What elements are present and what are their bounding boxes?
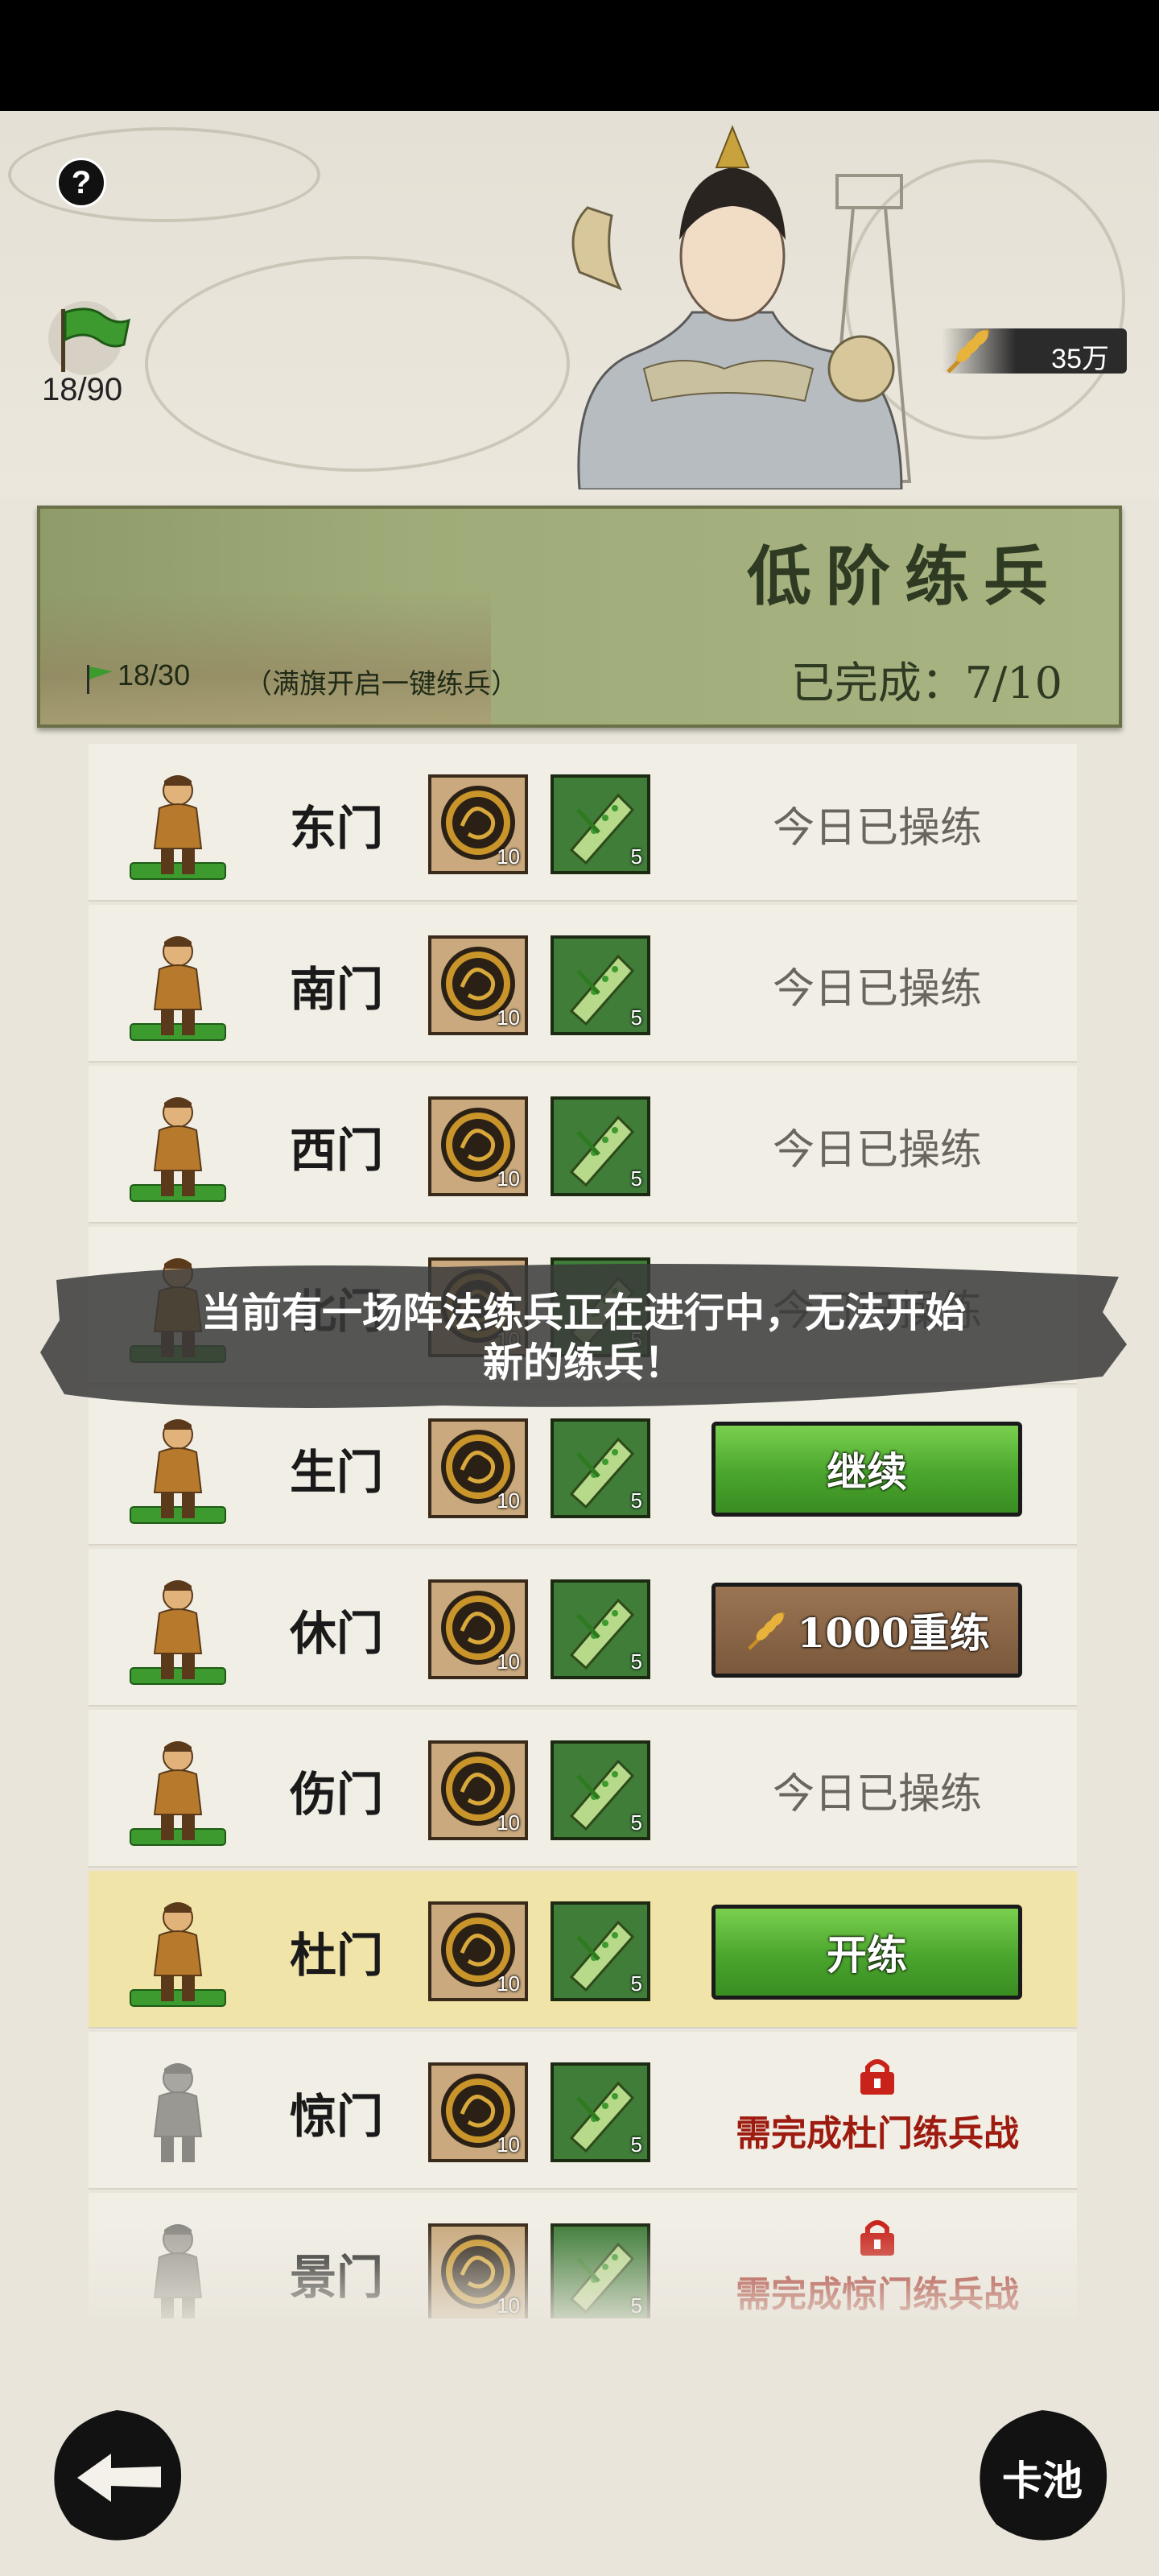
help-icon: ?	[71, 164, 92, 200]
soldier-icon	[130, 775, 226, 880]
gate-row: 休门 10 5 1000重练	[89, 1549, 1077, 1707]
button-label: 1000重练	[797, 1609, 990, 1657]
gate-name: 惊门	[290, 2089, 384, 2144]
coin-reward[interactable]: 10	[428, 1579, 528, 1679]
lock-text: 需完成杜门练兵战	[736, 2113, 1019, 2154]
status-text: 今日已操练	[772, 1126, 982, 1174]
status-bar	[0, 0, 1159, 111]
coin-reward[interactable]: 10	[428, 774, 528, 874]
coin-reward[interactable]: 10	[428, 1901, 528, 2001]
flag-icon	[48, 301, 130, 375]
scroll-count: 5	[630, 1810, 642, 1835]
soldier-icon	[130, 1097, 226, 1202]
soldier-icon	[130, 1419, 226, 1524]
retrain-button[interactable]: 1000重练	[711, 1583, 1022, 1678]
scroll-count: 5	[630, 1971, 642, 1996]
back-arrow-icon	[54, 2410, 182, 2541]
gate-row: 西门 10 5 今日已操练	[89, 1066, 1077, 1224]
flag-badge: 18/90	[39, 298, 143, 411]
coin-reward[interactable]: 10	[428, 2062, 528, 2162]
scroll-count: 5	[630, 1488, 642, 1513]
scroll-reward[interactable]: 5	[551, 1901, 650, 2001]
coin-reward[interactable]: 10	[428, 935, 528, 1035]
back-button[interactable]	[48, 2407, 185, 2544]
help-button[interactable]: ?	[56, 158, 106, 208]
button-label: 开练	[827, 1931, 907, 1979]
toast-text: 当前有一场阵法练兵正在进行中，无法开始 新的练兵！	[40, 1288, 1127, 1388]
lock-icon	[860, 2059, 894, 2095]
locked-notice: 需完成杜门练兵战	[708, 2056, 1046, 2156]
gate-list[interactable]: 东门105今日已操练南门105今日已操练西门105今日已操练北门105今日已操练…	[89, 744, 1077, 2318]
coin-count: 10	[497, 1810, 520, 1835]
soldier-icon	[153, 2063, 203, 2162]
toast-line-1: 当前有一场阵法练兵正在进行中，无法开始	[201, 1289, 966, 1336]
scroll-count: 5	[630, 844, 642, 869]
coin-reward[interactable]: 10	[428, 1740, 528, 1840]
gate-name: 伤门	[290, 1767, 384, 1822]
status-text: 今日已操练	[772, 804, 982, 852]
coin-reward[interactable]: 10	[428, 1418, 528, 1518]
start-training-button[interactable]: 开练	[711, 1905, 1022, 2000]
decorative-cloud	[8, 127, 320, 222]
gate-name: 杜门	[290, 1928, 384, 1983]
flag-progress: 18/30	[118, 658, 191, 691]
soldier-icon	[130, 1741, 226, 1846]
scroll-reward[interactable]: 5	[551, 1579, 650, 1679]
scroll-count: 5	[630, 2132, 642, 2157]
coin-count: 10	[497, 1488, 520, 1513]
scroll-reward[interactable]: 5	[551, 1096, 650, 1196]
training-banner: 低阶练兵 18/30 （满旗开启一键练兵） 已完成：7/10	[37, 506, 1122, 728]
gate-row: 东门 10 5 今日已操练	[89, 744, 1077, 902]
grain-amount: 35万	[1051, 344, 1109, 374]
coin-count: 10	[497, 2132, 520, 2157]
scroll-reward[interactable]: 5	[551, 774, 650, 874]
scroll-reward[interactable]: 5	[551, 935, 650, 1035]
coin-count: 10	[497, 1971, 520, 1996]
button-label: 继续	[827, 1448, 907, 1496]
scroll-count: 5	[630, 1649, 642, 1674]
card-pool-label: 卡池	[1002, 2457, 1083, 2504]
status-text: 今日已操练	[772, 965, 982, 1013]
scroll-reward[interactable]: 5	[551, 1418, 650, 1518]
grain-icon	[947, 328, 990, 374]
banner-title: 低阶练兵	[747, 539, 1062, 614]
gate-name: 休门	[290, 1606, 384, 1661]
coin-count: 10	[497, 1649, 520, 1674]
gate-name: 生门	[290, 1445, 384, 1500]
soldier-icon	[130, 1902, 226, 2007]
list-fade	[0, 2222, 1159, 2367]
soldier-icon	[130, 1580, 226, 1685]
scroll-reward[interactable]: 5	[551, 1740, 650, 1840]
gate-row: 南门 10 5 今日已操练	[89, 905, 1077, 1063]
banner-scenery	[40, 589, 491, 724]
coin-count: 10	[497, 844, 520, 869]
flag-count: 18/90	[42, 372, 123, 407]
banner-hint: （满旗开启一键练兵）	[245, 668, 518, 700]
general-portrait	[571, 125, 912, 489]
coin-reward[interactable]: 10	[428, 1096, 528, 1196]
soldier-icon	[130, 936, 226, 1041]
gate-row: 惊门 10 5 需完成杜门练兵战	[89, 2032, 1077, 2190]
grain-resource: 35万	[942, 328, 1127, 374]
gate-name: 西门	[290, 1123, 384, 1178]
card-pool-button[interactable]: 卡池	[974, 2407, 1111, 2544]
continue-button[interactable]: 继续	[711, 1422, 1022, 1517]
coin-count: 10	[497, 1005, 520, 1030]
toast-line-2: 新的练兵！	[483, 1339, 684, 1386]
gate-row: 伤门 10 5 今日已操练	[89, 1710, 1077, 1868]
gate-row: 杜门 10 5 开练	[89, 1871, 1077, 2029]
status-text: 今日已操练	[772, 1770, 982, 1818]
scroll-count: 5	[630, 1005, 642, 1030]
coin-count: 10	[497, 1166, 520, 1191]
gate-name: 东门	[290, 801, 384, 856]
scroll-count: 5	[630, 1166, 642, 1191]
grain-icon	[748, 1612, 786, 1650]
scroll-reward[interactable]: 5	[551, 2062, 650, 2162]
flag-icon	[87, 665, 113, 694]
completed-count: 已完成：7/10	[790, 658, 1062, 708]
gate-name: 南门	[290, 962, 384, 1017]
